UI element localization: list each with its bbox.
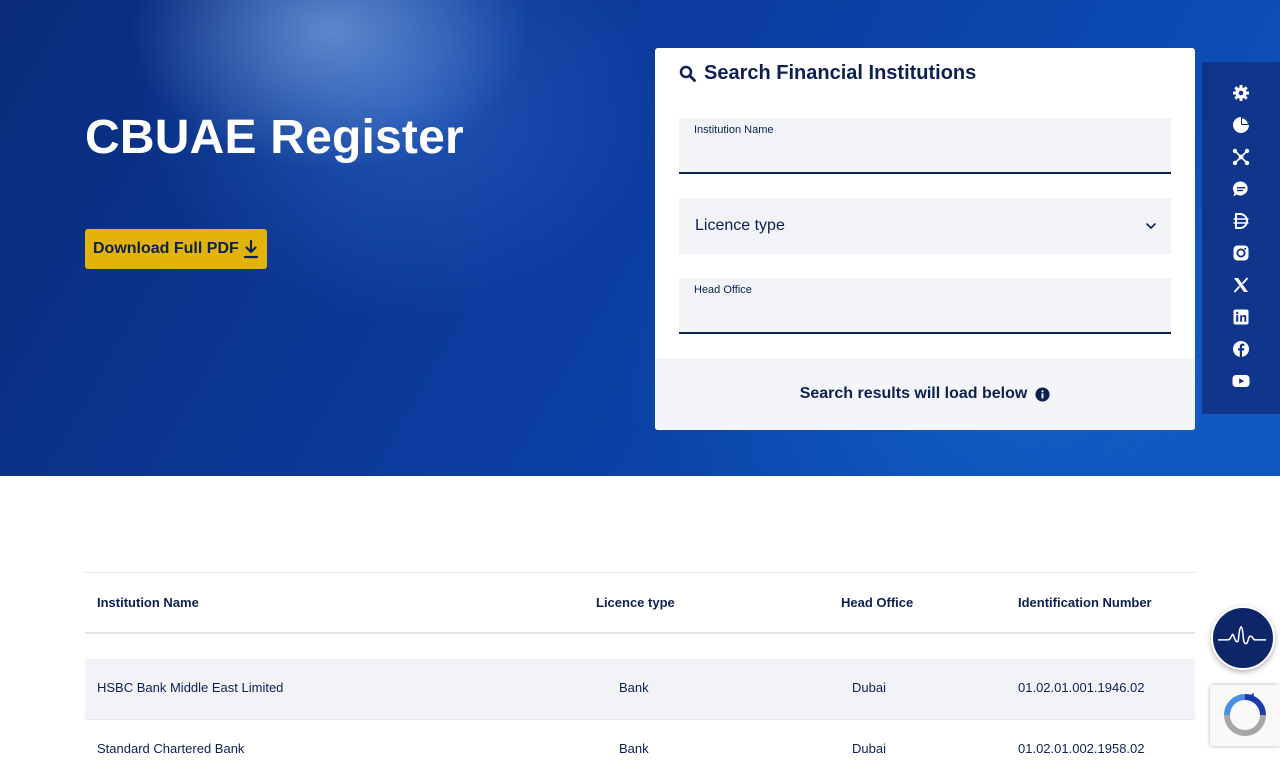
cell-licence-type: Bank [619, 680, 649, 695]
dirham-icon[interactable] [1232, 212, 1250, 230]
download-pdf-button[interactable]: Download Full PDF [85, 229, 267, 269]
cell-identification-number: 01.02.01.001.1946.02 [1018, 680, 1145, 695]
cell-head-office: Dubai [852, 680, 886, 695]
info-icon[interactable] [1035, 386, 1050, 402]
linkedin-icon[interactable] [1232, 308, 1250, 326]
recaptcha-badge[interactable] [1210, 685, 1280, 746]
search-panel-title-text: Search Financial Institutions [704, 62, 977, 84]
institution-name-field[interactable]: Institution Name [679, 118, 1171, 174]
youtube-icon[interactable] [1232, 372, 1250, 390]
chat-icon[interactable] [1232, 180, 1250, 198]
facebook-icon[interactable] [1232, 340, 1250, 358]
table-row[interactable]: Standard Chartered Bank Bank Dubai 01.02… [85, 719, 1195, 760]
search-results-notice: Search results will load below [655, 358, 1195, 430]
assistant-logo-icon [1217, 626, 1267, 645]
recaptcha-icon [1224, 693, 1266, 736]
download-icon [243, 239, 259, 259]
institution-name-input[interactable] [694, 142, 1154, 166]
cell-institution-name: HSBC Bank Middle East Limited [97, 680, 284, 695]
licence-type-value: Licence type [695, 217, 785, 234]
search-results-text: Search results will load below [799, 385, 1028, 402]
assistant-chat-button[interactable] [1211, 606, 1275, 670]
table-row[interactable]: HSBC Bank Middle East Limited Bank Dubai… [85, 659, 1195, 719]
cell-licence-type: Bank [619, 741, 649, 756]
instagram-icon[interactable] [1232, 244, 1250, 262]
column-header-head-office[interactable]: Head Office [841, 595, 913, 610]
head-office-label: Head Office [694, 284, 752, 296]
search-panel-title: Search Financial Institutions [679, 62, 976, 85]
head-office-input[interactable] [694, 302, 1154, 326]
institution-name-label: Institution Name [694, 124, 774, 136]
download-pdf-label: Download Full PDF [93, 240, 239, 257]
column-header-identification-number[interactable]: Identification Number [1018, 595, 1152, 610]
gear-icon[interactable] [1232, 84, 1250, 102]
hero-banner: CBUAE Register Download Full PDF Search … [0, 0, 1280, 476]
head-office-field[interactable]: Head Office [679, 278, 1171, 334]
column-header-licence-type[interactable]: Licence type [596, 595, 675, 610]
licence-type-select[interactable]: Licence type [679, 198, 1171, 254]
search-icon [679, 65, 696, 82]
cell-institution-name: Standard Chartered Bank [97, 741, 245, 756]
social-sidebar [1202, 62, 1280, 414]
network-icon[interactable] [1232, 148, 1250, 166]
table-header: Institution Name Licence type Head Offic… [85, 572, 1195, 634]
pie-chart-icon[interactable] [1232, 116, 1250, 134]
x-icon[interactable] [1232, 276, 1250, 294]
page-title: CBUAE Register [85, 111, 464, 164]
cell-head-office: Dubai [852, 741, 886, 756]
cell-identification-number: 01.02.01.002.1958.02 [1018, 741, 1145, 756]
chevron-down-icon [1146, 223, 1156, 229]
search-panel: Search Financial Institutions Institutio… [655, 48, 1195, 430]
column-header-institution-name[interactable]: Institution Name [97, 595, 199, 610]
institutions-table: Institution Name Licence type Head Offic… [85, 572, 1195, 756]
